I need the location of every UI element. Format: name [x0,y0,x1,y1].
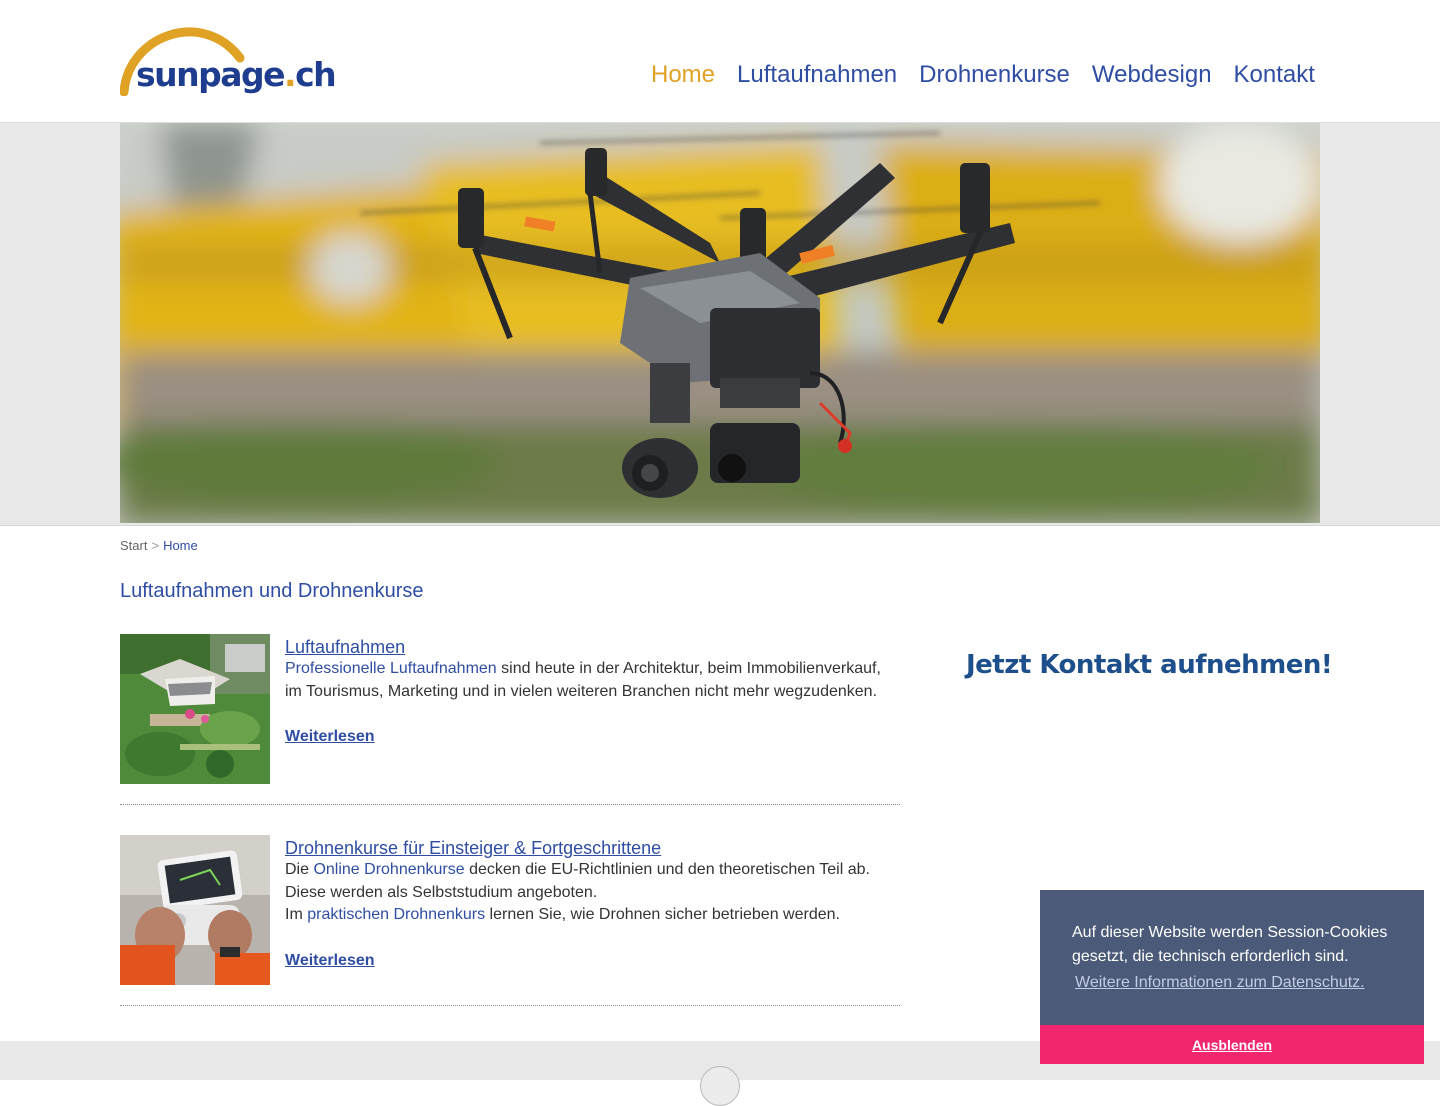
contact-cta-label: Jetzt Kontakt aufnehmen! [966,650,1333,680]
breadcrumb-separator: > [151,538,160,553]
article-text-span: Im [285,906,308,923]
article-title-link[interactable]: Drohnenkurse für Einsteiger & Fortgeschr… [285,837,895,859]
article-body: Luftaufnahmen Professionelle Luftaufnahm… [285,636,895,749]
scroll-to-top-button[interactable] [700,1066,740,1106]
main-nav: Home Luftaufnahmen Drohnenkurse Webdesig… [640,61,1326,89]
inline-link-professionelle-luftaufnahmen[interactable]: Professionelle Luftaufnahmen [285,660,497,677]
article-text: Professionelle Luftaufnahmen sind heute … [285,658,895,703]
inline-link-online-drohnenkurse[interactable]: Online Drohnenkurse [313,861,464,878]
article-title-link[interactable]: Luftaufnahmen [285,636,895,658]
article-text: Im praktischen Drohnenkurs lernen Sie, w… [285,904,895,927]
cookie-banner: Auf dieser Website werden Session-Cookie… [1040,890,1424,1064]
page-title: Luftaufnahmen und Drohnenkurse [120,580,424,602]
inline-link-praktischer-drohnenkurs[interactable]: praktischen Drohnenkurs [307,906,485,923]
read-more-link[interactable]: Weiterlesen [285,726,375,749]
privacy-info-link[interactable]: Weitere Informationen zum Datenschutz. [1075,974,1365,992]
article-text-span: lernen Sie, wie Drohnen sicher betrieben… [485,906,840,923]
logo-wordmark: sunpage.ch [136,55,337,94]
hero-drone-image [120,123,1320,523]
article-text: Die Online Drohnenkurse decken die EU-Ri… [285,859,895,904]
nav-webdesign[interactable]: Webdesign [1092,61,1212,89]
article-drohnenkurse: Drohnenkurse für Einsteiger & Fortgeschr… [120,835,900,1006]
thumbnail-drone-controller[interactable] [120,835,270,985]
article-body: Drohnenkurse für Einsteiger & Fortgeschr… [285,837,895,972]
breadcrumb-current[interactable]: Home [163,538,198,553]
read-more-link[interactable]: Weiterlesen [285,950,375,973]
nav-drohnenkurse[interactable]: Drohnenkurse [919,61,1070,89]
nav-kontakt[interactable]: Kontakt [1234,61,1315,89]
site-header: sunpage.ch Home Luftaufnahmen Drohnenkur… [0,0,1440,123]
article-text-span: Die [285,861,314,878]
breadcrumb-start[interactable]: Start [120,538,147,553]
article-luftaufnahmen: Luftaufnahmen Professionelle Luftaufnahm… [120,634,900,805]
nav-luftaufnahmen[interactable]: Luftaufnahmen [737,61,897,89]
cookie-message: Auf dieser Website werden Session-Cookie… [1072,924,1388,965]
nav-home[interactable]: Home [651,61,715,89]
cookie-dismiss-button[interactable]: Ausblenden [1040,1025,1424,1064]
contact-cta[interactable]: Jetzt Kontakt aufnehmen! [958,636,1333,694]
site-logo[interactable]: sunpage.ch [120,14,337,96]
breadcrumb: Start > Home [120,538,198,553]
thumbnail-aerial-house[interactable] [120,634,270,784]
